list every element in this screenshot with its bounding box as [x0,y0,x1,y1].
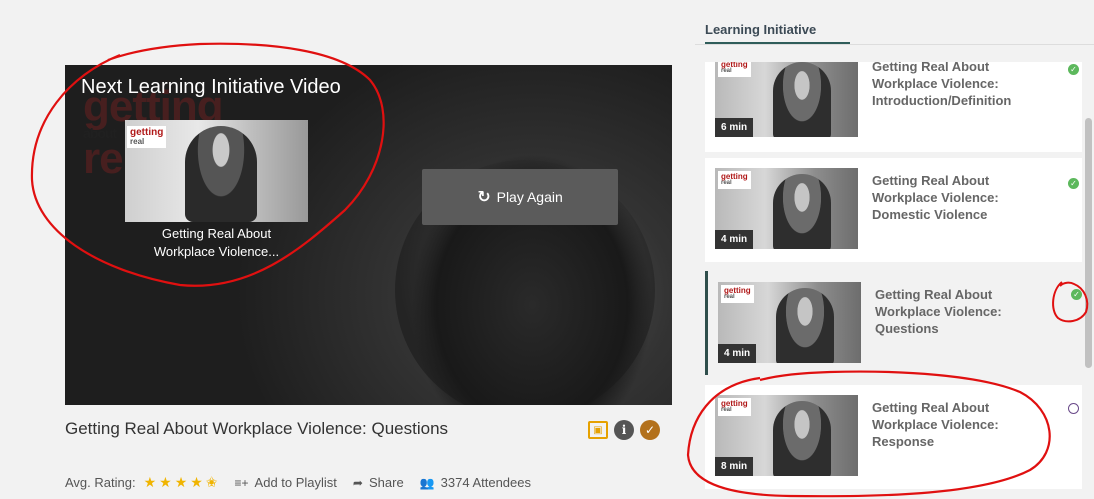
completed-check-icon: ✓ [1068,178,1079,189]
share-button[interactable]: ➦ Share [353,475,404,490]
learning-initiative-list[interactable]: getting real 6 min Getting Real About Wor… [705,62,1082,499]
video-card-title: Getting Real About Workplace Violence: R… [872,400,999,449]
thumbnail-figure [776,288,834,363]
video-card-title: Getting Real About Workplace Violence: Q… [875,287,1002,336]
getting-real-logo: getting real [718,171,751,189]
completed-check-icon: ✓ [640,420,660,440]
video-thumbnail: getting real 8 min [715,395,858,476]
certificate-icon[interactable]: ▣ [588,421,608,439]
thumbnail-figure [185,126,257,222]
video-thumbnail: getting real 4 min [715,168,858,249]
duration-badge: 4 min [715,230,754,249]
avg-rating-label: Avg. Rating: [65,475,136,490]
getting-real-logo: getting real [718,62,751,77]
getting-real-logo: getting real [718,398,751,416]
thumbnail-figure [773,174,831,249]
list-item[interactable]: getting real 6 min Getting Real About Wor… [705,62,1082,152]
duration-badge: 4 min [718,344,757,363]
tab-learning-initiative[interactable]: Learning Initiative [705,22,816,37]
not-started-circle-icon [1068,403,1079,414]
share-arrow-icon: ➦ [352,475,363,490]
duration-badge: 6 min [715,118,754,137]
rating-stars[interactable]: ★★★★✬ [144,474,221,491]
getting-real-logo: getting real [721,285,754,303]
video-player[interactable]: getting about re Next Learning Initiative … [65,65,672,405]
add-to-playlist-button[interactable]: ≡+ Add to Playlist [235,475,337,490]
play-again-button[interactable]: ↻ Play Again [422,169,618,225]
duration-badge: 8 min [715,457,754,476]
tab-divider [695,44,1094,45]
completed-check-icon: ✓ [1068,64,1079,75]
thumbnail-figure [773,401,831,476]
video-thumbnail: getting real 6 min [715,62,858,137]
playlist-add-icon: ≡+ [234,475,249,490]
users-icon: 👥 [419,475,435,490]
replay-icon: ↻ [477,189,491,206]
next-video-label: Next Learning Initiative Video [81,76,341,98]
video-card-title: Getting Real About Workplace Violence: I… [872,62,1012,108]
video-title-icons: ▣ i ✓ [588,420,660,440]
list-item[interactable]: getting real 4 min Getting Real About Wor… [705,158,1082,262]
play-again-label: Play Again [496,189,563,205]
video-meta-row: Avg. Rating: ★★★★✬ ≡+ Add to Playlist ➦ … [65,474,547,491]
video-title: Getting Real About Workplace Violence: Q… [65,419,449,438]
sidebar-scrollbar[interactable] [1085,118,1092,368]
video-thumbnail: getting real 4 min [718,282,861,363]
attendees-count: 👥 3374 Attendees [419,475,531,490]
next-video-thumbnail[interactable]: getting real [125,120,308,222]
getting-real-logo: getting real [127,126,167,148]
video-card-title: Getting Real About Workplace Violence: D… [872,173,999,222]
info-icon[interactable]: i [614,420,634,440]
completed-check-icon: ✓ [1071,289,1082,300]
thumbnail-figure [773,62,831,137]
next-video-caption[interactable]: Getting Real About Workplace Violence... [125,225,308,261]
list-item-active[interactable]: getting real 4 min Getting Real About Wor… [705,271,1082,375]
list-item[interactable]: getting real 8 min Getting Real About Wor… [705,385,1082,489]
